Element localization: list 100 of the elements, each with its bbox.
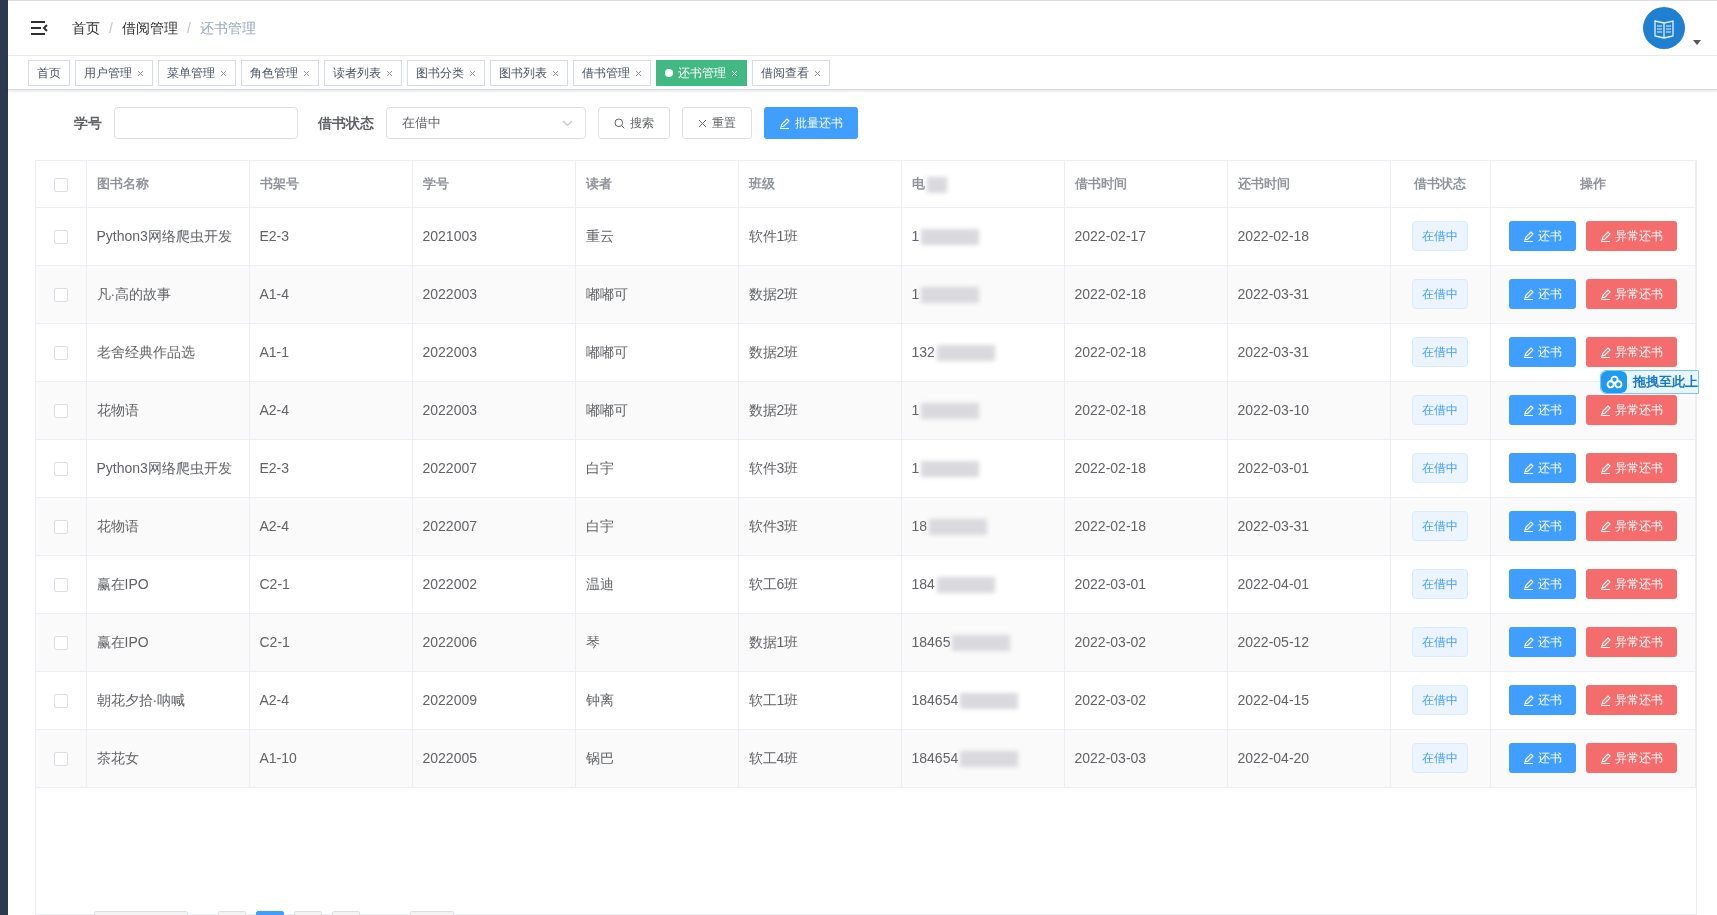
edit-icon [1522, 288, 1534, 300]
close-icon[interactable] [469, 69, 476, 77]
table-cell: 琴 [585, 633, 600, 650]
close-icon[interactable] [137, 69, 144, 77]
table-cell: 2022-02-18 [1074, 401, 1147, 418]
table-cell: 2022-05-12 [1237, 633, 1310, 650]
tab[interactable]: 首页 [28, 59, 70, 86]
select-all-checkbox[interactable] [53, 177, 68, 192]
table-cell: E2-3 [259, 227, 290, 244]
table-cell: 2022-04-15 [1237, 691, 1310, 708]
abnormal-return-button[interactable]: 异常还书 [1585, 511, 1677, 541]
edit-icon [1599, 752, 1611, 764]
redacted-blur [960, 750, 1019, 767]
table-cell: A2-4 [259, 691, 290, 708]
row-checkbox[interactable] [53, 287, 68, 302]
tab[interactable]: 菜单管理 [158, 59, 236, 86]
table-cell: 赢在IPO [96, 575, 149, 592]
row-checkbox[interactable] [53, 403, 68, 418]
abnormal-return-button[interactable]: 异常还书 [1585, 337, 1677, 367]
tab[interactable]: 读者列表 [324, 59, 402, 86]
student-id-field[interactable] [114, 107, 298, 139]
edit-icon [1522, 752, 1534, 764]
table-cell: 2022-03-02 [1074, 633, 1147, 650]
return-button[interactable]: 还书 [1508, 221, 1576, 251]
breadcrumb-separator: / [109, 18, 113, 38]
batch-return-button[interactable]: 批量还书 [764, 107, 858, 139]
status-tag: 在借中 [1412, 685, 1468, 715]
column-header: 操作 [1579, 176, 1606, 191]
caret-icon[interactable] [1693, 40, 1701, 45]
avatar-book-icon[interactable] [1643, 7, 1685, 49]
return-button[interactable]: 还书 [1508, 337, 1576, 367]
table-cell: 重云 [585, 227, 614, 244]
edit-icon [1599, 230, 1611, 242]
tab[interactable]: 角色管理 [241, 59, 319, 86]
table-cell: 2022-03-01 [1074, 575, 1147, 592]
return-button[interactable]: 还书 [1508, 453, 1576, 483]
column-header: 电 [911, 176, 925, 191]
row-checkbox[interactable] [53, 229, 68, 244]
edit-icon [1522, 230, 1534, 242]
row-checkbox[interactable] [53, 345, 68, 360]
table-cell: 2022-02-18 [1237, 227, 1310, 244]
table-cell: 2021003 [422, 227, 477, 244]
table-cell: 朝花夕拾·呐喊 [96, 691, 186, 708]
row-checkbox[interactable] [53, 693, 68, 708]
table-cell: 1 [911, 401, 920, 418]
abnormal-return-button[interactable]: 异常还书 [1585, 627, 1677, 657]
status-tag: 在借中 [1412, 743, 1468, 773]
return-button[interactable]: 还书 [1508, 395, 1576, 425]
abnormal-return-button[interactable]: 异常还书 [1585, 569, 1677, 599]
column-header: 图书名称 [96, 176, 149, 191]
close-icon[interactable] [814, 69, 821, 77]
menu-icon[interactable] [30, 20, 48, 36]
status-tag: 在借中 [1412, 337, 1468, 367]
reset-button[interactable]: 重置 [682, 107, 752, 139]
tab[interactable]: 借书管理 [573, 59, 651, 86]
return-button[interactable]: 还书 [1508, 569, 1576, 599]
row-checkbox[interactable] [53, 635, 68, 650]
table-cell: 184654 [911, 749, 959, 766]
table-cell: 184 [911, 575, 935, 592]
abnormal-return-button[interactable]: 异常还书 [1585, 221, 1677, 251]
tab[interactable]: 还书管理 [656, 59, 747, 86]
return-button[interactable]: 还书 [1508, 685, 1576, 715]
table-cell: Python3网络爬虫开发 [96, 227, 232, 244]
return-button[interactable]: 还书 [1508, 511, 1576, 541]
close-icon[interactable] [635, 69, 642, 77]
abnormal-return-button[interactable]: 异常还书 [1585, 395, 1677, 425]
abnormal-return-button[interactable]: 异常还书 [1585, 743, 1677, 773]
table-cell: 2022-04-01 [1237, 575, 1310, 592]
close-icon[interactable] [220, 69, 227, 77]
status-select[interactable]: 在借中 [386, 107, 586, 139]
return-button[interactable]: 还书 [1508, 279, 1576, 309]
row-checkbox[interactable] [53, 461, 68, 476]
search-button[interactable]: 搜索 [598, 107, 670, 139]
abnormal-return-button[interactable]: 异常还书 [1585, 279, 1677, 309]
edit-icon [1522, 346, 1534, 358]
row-checkbox[interactable] [53, 519, 68, 534]
breadcrumb-item[interactable]: 借阅管理 [121, 17, 178, 39]
row-checkbox[interactable] [53, 577, 68, 592]
abnormal-return-button[interactable]: 异常还书 [1585, 685, 1677, 715]
cloud-icon [1605, 375, 1623, 389]
tab[interactable]: 图书分类 [407, 59, 485, 86]
return-button[interactable]: 还书 [1508, 627, 1576, 657]
close-icon[interactable] [552, 69, 559, 77]
upload-widget[interactable]: 拖拽至此上 [1600, 370, 1699, 394]
close-icon[interactable] [303, 69, 310, 77]
column-header: 班级 [748, 176, 775, 191]
tab[interactable]: 图书列表 [490, 59, 568, 86]
table-cell: 数据2班 [748, 343, 799, 360]
status-tag: 在借中 [1412, 511, 1468, 541]
close-icon[interactable] [386, 69, 393, 77]
edit-icon [1599, 346, 1611, 358]
return-button[interactable]: 还书 [1508, 743, 1576, 773]
table-cell: 2022-03-31 [1237, 343, 1310, 360]
breadcrumb-item[interactable]: 首页 [72, 17, 100, 39]
abnormal-return-button[interactable]: 异常还书 [1585, 453, 1677, 483]
row-checkbox[interactable] [53, 751, 68, 766]
table-cell: 2022-02-18 [1074, 517, 1147, 534]
tab[interactable]: 借阅查看 [752, 59, 830, 86]
tab[interactable]: 用户管理 [75, 59, 153, 86]
table-cell: 2022003 [422, 401, 477, 418]
